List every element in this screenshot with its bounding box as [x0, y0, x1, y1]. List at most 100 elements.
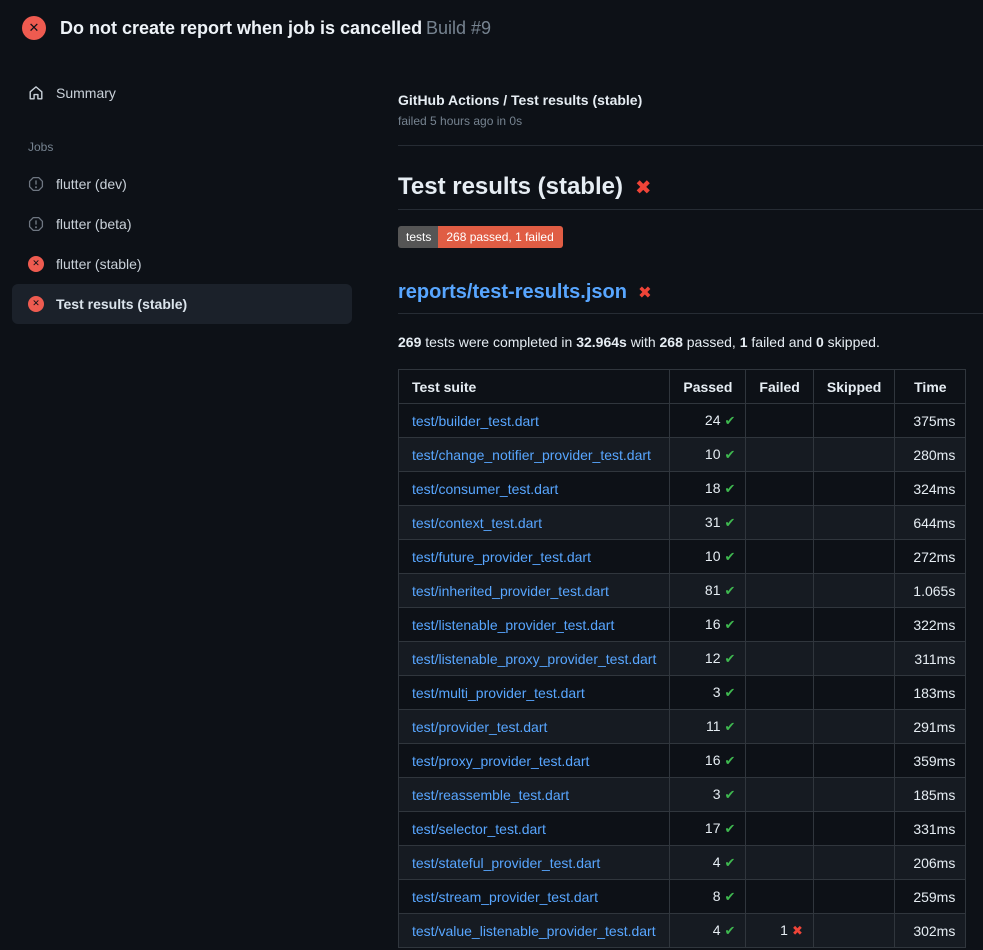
test-suite-link[interactable]: test/inherited_provider_test.dart	[412, 583, 609, 599]
table-row: test/future_provider_test.dart 10✔ 272ms	[399, 540, 966, 574]
test-suite-link[interactable]: test/consumer_test.dart	[412, 481, 558, 497]
test-suite-link[interactable]: test/builder_test.dart	[412, 413, 539, 429]
jobs-list: ✕ flutter (dev) ✕ flutter (beta) ✕	[0, 164, 398, 324]
test-suite-link[interactable]: test/provider_test.dart	[412, 719, 547, 735]
table-row: test/listenable_proxy_provider_test.dart…	[399, 642, 966, 676]
check-icon: ✔	[725, 720, 736, 735]
test-suite-link[interactable]: test/multi_provider_test.dart	[412, 685, 585, 701]
failed-cell: 1✖	[746, 914, 813, 948]
test-suite-link[interactable]: test/stream_provider_test.dart	[412, 889, 598, 905]
passed-cell: 3✔	[670, 778, 746, 812]
column-header-failed: Failed	[746, 370, 813, 404]
column-header-test-suite: Test suite	[399, 370, 670, 404]
summary-fragment: skipped.	[824, 334, 880, 350]
time-cell: 1.065s	[895, 574, 966, 608]
passed-cell: 16✔	[670, 608, 746, 642]
skipped-cell	[813, 438, 894, 472]
check-icon: ✔	[725, 856, 736, 871]
table-row: test/selector_test.dart 17✔ 331ms	[399, 812, 966, 846]
failed-cell	[746, 642, 813, 676]
section-title: Test results (stable) ✖	[398, 173, 983, 210]
home-icon	[28, 85, 44, 101]
summary-fragment: passed,	[683, 334, 740, 350]
test-suite-cell: test/selector_test.dart	[399, 812, 670, 846]
test-suite-link[interactable]: test/proxy_provider_test.dart	[412, 753, 589, 769]
test-suite-link[interactable]: test/selector_test.dart	[412, 821, 546, 837]
failed-cell	[746, 744, 813, 778]
cross-icon: ✖	[792, 924, 803, 939]
check-icon: ✔	[725, 890, 736, 905]
sidebar-job-item[interactable]: ✕ flutter (stable)	[12, 244, 352, 284]
job-label: flutter (beta)	[56, 216, 131, 232]
check-icon: ✔	[725, 584, 736, 599]
time-cell: 291ms	[895, 710, 966, 744]
summary-fragment: failed and	[748, 334, 817, 350]
time-cell: 322ms	[895, 608, 966, 642]
report-heading-link[interactable]: reports/test-results.json	[398, 281, 627, 304]
skipped-cell	[813, 778, 894, 812]
run-title: Do not create report when job is cancell…	[60, 18, 422, 38]
test-suite-link[interactable]: test/listenable_provider_test.dart	[412, 617, 614, 633]
skipped-cell	[813, 914, 894, 948]
time-cell: 183ms	[895, 676, 966, 710]
table-row: test/change_notifier_provider_test.dart …	[399, 438, 966, 472]
header-divider	[398, 145, 983, 146]
test-suite-cell: test/builder_test.dart	[399, 404, 670, 438]
table-row: test/builder_test.dart 24✔ 375ms	[399, 404, 966, 438]
badge-label: tests	[398, 226, 438, 248]
table-row: test/reassemble_test.dart 3✔ 185ms	[399, 778, 966, 812]
report-heading: reports/test-results.json ✖	[398, 281, 983, 314]
jobs-section-label: Jobs	[0, 140, 398, 154]
test-suite-link[interactable]: test/listenable_proxy_provider_test.dart	[412, 651, 656, 667]
column-header-time: Time	[895, 370, 966, 404]
check-icon: ✔	[725, 516, 736, 531]
check-icon: ✔	[725, 652, 736, 667]
passed-cell: 8✔	[670, 880, 746, 914]
test-suite-link[interactable]: test/context_test.dart	[412, 515, 542, 531]
passed-cell: 12✔	[670, 642, 746, 676]
skipped-cell	[813, 540, 894, 574]
failed-status-icon: ✕	[22, 16, 46, 40]
failed-cell	[746, 404, 813, 438]
test-suite-cell: test/proxy_provider_test.dart	[399, 744, 670, 778]
test-suite-link[interactable]: test/change_notifier_provider_test.dart	[412, 447, 651, 463]
time-cell: 206ms	[895, 846, 966, 880]
check-icon: ✔	[725, 822, 736, 837]
skipped-cell	[813, 472, 894, 506]
test-suite-link[interactable]: test/reassemble_test.dart	[412, 787, 569, 803]
test-suite-link[interactable]: test/future_provider_test.dart	[412, 549, 591, 565]
table-row: test/context_test.dart 31✔ 644ms	[399, 506, 966, 540]
table-row: test/stateful_provider_test.dart 4✔ 206m…	[399, 846, 966, 880]
failed-cell	[746, 608, 813, 642]
failed-cell	[746, 438, 813, 472]
time-cell: 359ms	[895, 744, 966, 778]
table-row: test/listenable_provider_test.dart 16✔ 3…	[399, 608, 966, 642]
passed-cell: 31✔	[670, 506, 746, 540]
sidebar-item-summary[interactable]: Summary	[0, 80, 398, 106]
test-suite-link[interactable]: test/stateful_provider_test.dart	[412, 855, 600, 871]
sidebar-job-item[interactable]: ✕ flutter (beta)	[12, 204, 352, 244]
table-row: test/value_listenable_provider_test.dart…	[399, 914, 966, 948]
skipped-cell	[813, 744, 894, 778]
table-row: test/inherited_provider_test.dart 81✔ 1.…	[399, 574, 966, 608]
passed-cell: 11✔	[670, 710, 746, 744]
passed-cell: 4✔	[670, 914, 746, 948]
time-cell: 311ms	[895, 642, 966, 676]
table-row: test/proxy_provider_test.dart 16✔ 359ms	[399, 744, 966, 778]
workflow-run-header: ✕ Do not create report when job is cance…	[0, 0, 983, 56]
test-suite-link[interactable]: test/value_listenable_provider_test.dart	[412, 923, 656, 939]
x-circle-icon: ✕	[28, 296, 44, 312]
skipped-cell	[813, 574, 894, 608]
check-icon: ✔	[725, 482, 736, 497]
test-suite-cell: test/stateful_provider_test.dart	[399, 846, 670, 880]
sidebar-job-item[interactable]: ✕ Test results (stable)	[12, 284, 352, 324]
time-cell: 302ms	[895, 914, 966, 948]
skipped-cell	[813, 812, 894, 846]
job-label: flutter (stable)	[56, 256, 142, 272]
passed-cell: 10✔	[670, 540, 746, 574]
test-suite-cell: test/provider_test.dart	[399, 710, 670, 744]
passed-cell: 10✔	[670, 438, 746, 472]
job-label: flutter (dev)	[56, 176, 127, 192]
sidebar-job-item[interactable]: ✕ flutter (dev)	[12, 164, 352, 204]
failed-cell	[746, 540, 813, 574]
